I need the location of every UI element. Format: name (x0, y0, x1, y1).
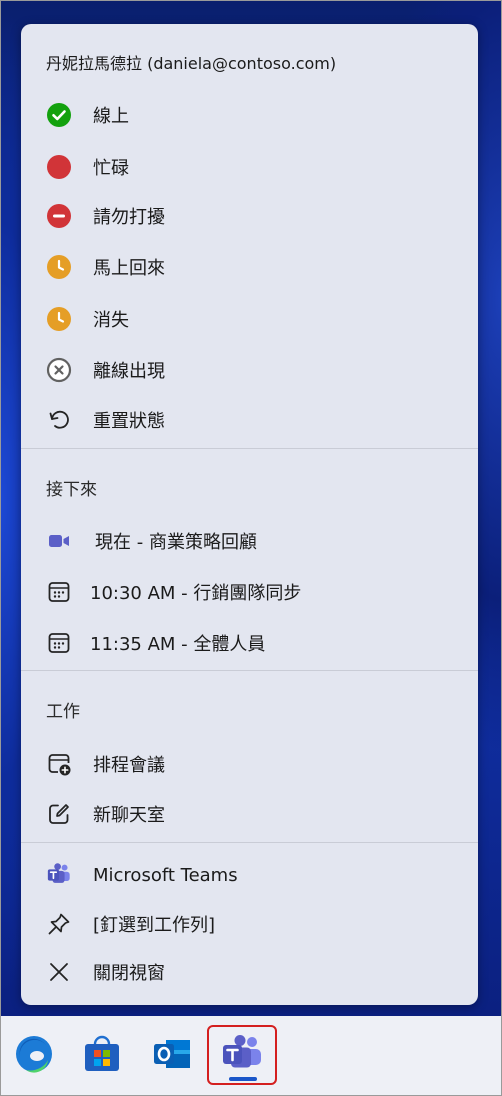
meeting-label: 現在 - 商業策略回顧 (95, 532, 257, 553)
reset-arrow-icon (46, 407, 72, 433)
divider (21, 670, 478, 671)
appear-offline-x-icon (46, 357, 72, 383)
compose-icon (46, 801, 72, 827)
status-label: 重置狀態 (93, 411, 165, 432)
video-camera-icon (46, 528, 72, 554)
status-available[interactable]: 線上 (21, 93, 478, 137)
work-item-label: 新聊天室 (93, 805, 165, 826)
user-identity: 丹妮拉馬德拉 (daniela@contoso.com) (46, 54, 337, 73)
app-item-label: Microsoft Teams (93, 864, 238, 886)
work-section-title: 工作 (46, 702, 80, 722)
status-label: 忙碌 (93, 158, 129, 179)
status-be-right-back[interactable]: 馬上回來 (21, 245, 478, 289)
teams-logo-icon (46, 862, 72, 888)
teams-highlight-box (207, 1025, 277, 1085)
be-right-back-clock-icon (46, 254, 72, 280)
status-appear-offline[interactable]: 離線出現 (21, 348, 478, 392)
status-label: 線上 (93, 106, 129, 127)
outlook-icon[interactable] (150, 1032, 194, 1076)
pin-to-taskbar[interactable]: [釘選到工作列] (21, 902, 478, 946)
open-microsoft-teams[interactable]: Microsoft Teams (21, 853, 478, 897)
status-busy[interactable]: 忙碌 (21, 145, 478, 189)
meeting-marketing-sync[interactable]: 10:30 AM - 行銷團隊同步 (21, 570, 478, 614)
close-window[interactable]: 關閉視窗 (21, 950, 478, 994)
teams-jump-list: 丹妮拉馬德拉 (daniela@contoso.com) 線上 忙碌 請勿打擾 … (21, 24, 478, 1005)
status-label: 請勿打擾 (93, 207, 165, 228)
calendar-add-icon (46, 751, 72, 777)
busy-dot-icon (46, 154, 72, 180)
meeting-label: 11:35 AM - 全體人員 (90, 634, 266, 655)
edge-icon[interactable] (12, 1032, 56, 1076)
work-item-label: 排程會議 (93, 755, 165, 776)
away-clock-icon (46, 306, 72, 332)
pin-icon (46, 911, 72, 937)
store-icon[interactable] (80, 1032, 124, 1076)
divider (21, 448, 478, 449)
reset-status[interactable]: 重置狀態 (21, 398, 478, 442)
calendar-icon (46, 630, 72, 656)
active-app-indicator (229, 1077, 257, 1081)
app-item-label: 關閉視窗 (93, 963, 165, 984)
divider (21, 842, 478, 843)
schedule-meeting[interactable]: 排程會議 (21, 742, 478, 786)
status-away[interactable]: 消失 (21, 297, 478, 341)
status-do-not-disturb[interactable]: 請勿打擾 (21, 194, 478, 238)
close-icon (46, 959, 72, 985)
app-item-label: [釘選到工作列] (93, 915, 216, 936)
upcoming-section-title: 接下來 (46, 480, 97, 500)
status-label: 消失 (93, 310, 129, 331)
meeting-now-business-review[interactable]: 現在 - 商業策略回顧 (21, 519, 478, 563)
calendar-icon (46, 579, 72, 605)
do-not-disturb-icon (46, 203, 72, 229)
available-check-icon (46, 102, 72, 128)
meeting-all-hands[interactable]: 11:35 AM - 全體人員 (21, 621, 478, 665)
status-label: 馬上回來 (93, 258, 165, 279)
new-chat[interactable]: 新聊天室 (21, 792, 478, 836)
status-label: 離線出現 (93, 361, 165, 382)
meeting-label: 10:30 AM - 行銷團隊同步 (90, 583, 302, 604)
